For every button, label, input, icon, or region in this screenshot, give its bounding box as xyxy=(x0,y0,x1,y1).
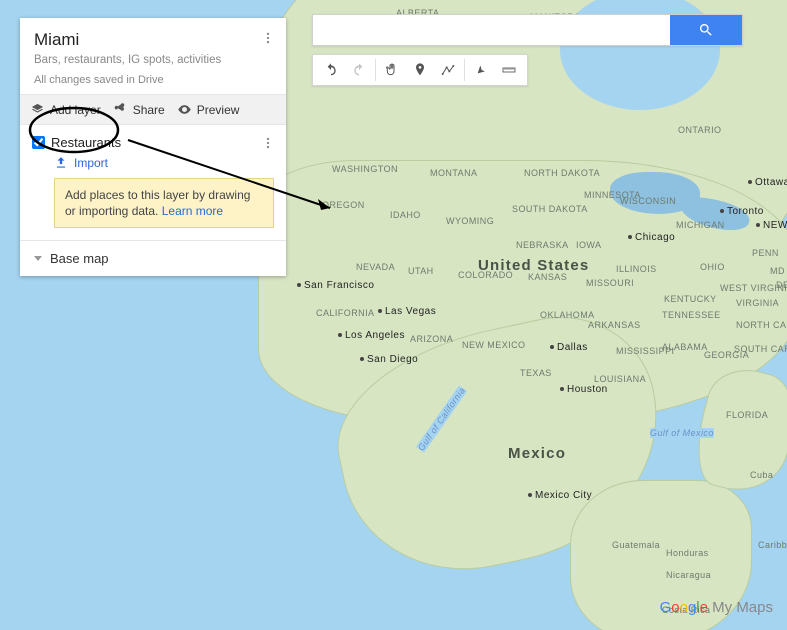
share-label: Share xyxy=(133,103,165,117)
add-marker-button[interactable] xyxy=(406,56,434,84)
redo-button[interactable] xyxy=(345,56,373,84)
chevron-down-icon xyxy=(34,256,42,261)
layer-block: Restaurants Import Add places to this la… xyxy=(20,125,286,240)
draw-line-button[interactable] xyxy=(434,56,462,84)
import-icon xyxy=(54,156,68,170)
kebab-icon xyxy=(261,136,275,150)
layers-icon xyxy=(30,102,45,117)
layer-menu-button[interactable] xyxy=(258,133,278,153)
learn-more-link[interactable]: Learn more xyxy=(162,204,223,218)
preview-label: Preview xyxy=(197,103,240,117)
map-toolbar xyxy=(312,54,528,86)
google-mymaps-logo: Google My Maps xyxy=(660,599,773,616)
side-panel: Miami Bars, restaurants, IG spots, activ… xyxy=(20,18,286,276)
panel-menu-button[interactable] xyxy=(258,28,278,48)
panel-actions: Add layer Share Preview xyxy=(20,94,286,125)
kebab-icon xyxy=(261,31,275,45)
import-link[interactable]: Import xyxy=(54,156,274,170)
app-root: { "search": {"placeholder": ""}, "panel"… xyxy=(0,0,787,630)
directions-button[interactable] xyxy=(467,56,495,84)
search-bar xyxy=(312,14,743,46)
preview-button[interactable]: Preview xyxy=(177,102,240,117)
map-subtitle: Bars, restaurants, IG spots, activities xyxy=(34,54,272,66)
pan-hand-button[interactable] xyxy=(378,56,406,84)
share-icon xyxy=(113,102,128,117)
add-layer-button[interactable]: Add layer xyxy=(30,102,101,117)
add-layer-label: Add layer xyxy=(50,103,101,117)
share-button[interactable]: Share xyxy=(113,102,165,117)
measure-button[interactable] xyxy=(495,56,523,84)
layer-visibility-checkbox[interactable] xyxy=(32,136,45,149)
search-icon xyxy=(698,22,714,38)
eye-icon xyxy=(177,102,192,117)
search-button[interactable] xyxy=(670,15,742,45)
save-status: All changes saved in Drive xyxy=(34,74,272,86)
basemap-toggle[interactable]: Base map xyxy=(20,240,286,276)
map-title[interactable]: Miami xyxy=(34,30,272,50)
layer-tip: Add places to this layer by drawing or i… xyxy=(54,178,274,228)
search-input[interactable] xyxy=(313,15,670,45)
undo-button[interactable] xyxy=(317,56,345,84)
layer-name[interactable]: Restaurants xyxy=(51,135,121,150)
basemap-label: Base map xyxy=(50,251,109,266)
